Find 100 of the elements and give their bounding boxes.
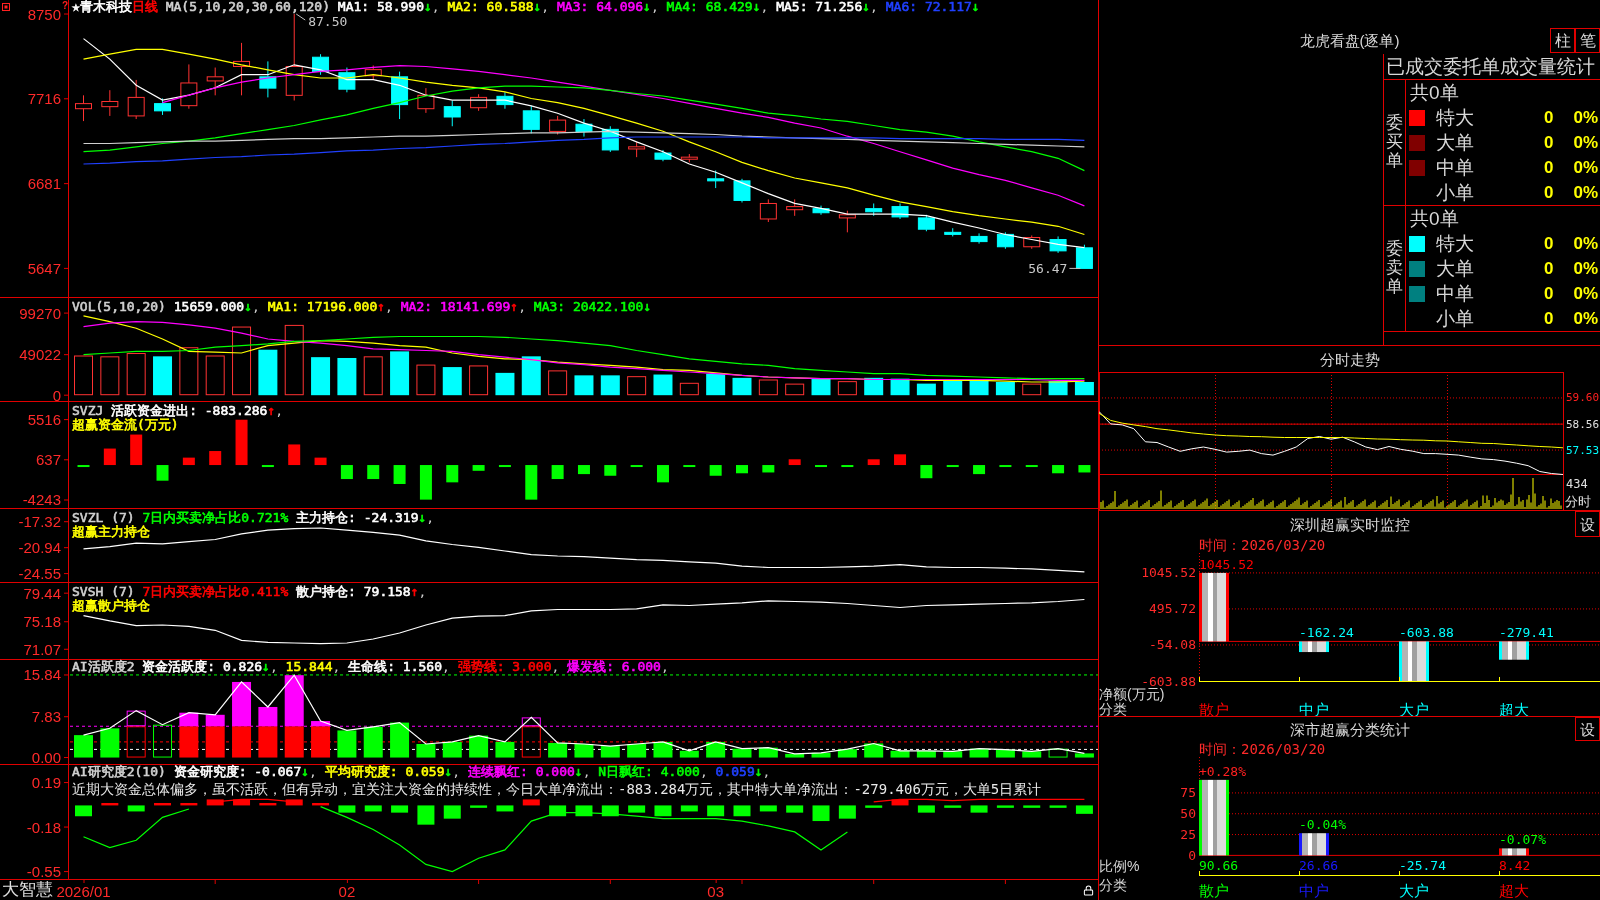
order-percent: 0% (1573, 257, 1598, 280)
candlestick (391, 71, 409, 120)
view-toggle-button[interactable]: 笔 (1575, 28, 1600, 53)
candlestick (496, 91, 514, 110)
order-percent: 0% (1573, 106, 1598, 129)
research-bar (443, 805, 461, 819)
axis-label: 7716 (27, 90, 61, 108)
axis-title: 比例% (1099, 858, 1140, 874)
volume-bar (837, 381, 857, 396)
value-label: 26.66 (1299, 857, 1339, 873)
volume-bar (653, 374, 673, 396)
activity-bar (627, 744, 647, 758)
panel-title: 分时走势 (1319, 350, 1380, 368)
volume-bar (732, 377, 752, 396)
axis-label: 15.84 (23, 666, 61, 684)
research-bar (628, 805, 646, 813)
candlestick (812, 205, 830, 216)
candlestick (127, 79, 145, 120)
volume-bar (442, 367, 462, 396)
activity-bar (732, 748, 752, 758)
view-toggle-button[interactable]: 柱 (1550, 28, 1575, 53)
candlestick (233, 42, 251, 96)
order-percent: 0% (1573, 282, 1598, 305)
axis-label: 6681 (27, 175, 61, 193)
candlestick (75, 94, 92, 122)
activity-bar (363, 726, 383, 758)
ratio-bar (1299, 833, 1329, 856)
change-label: -0.07% (1499, 832, 1546, 848)
settings-button[interactable]: 设 (1575, 717, 1600, 741)
research-bar (154, 803, 171, 806)
net-flow-bar (1399, 641, 1429, 681)
research-bar (865, 805, 883, 808)
order-percent: 0% (1573, 232, 1598, 255)
activity-bar (337, 730, 357, 758)
settings-button[interactable]: 设 (1575, 511, 1600, 537)
axis-label: 79.44 (23, 584, 61, 602)
activity-bar (916, 750, 936, 758)
category-label: 超大 (1499, 700, 1529, 716)
indicator-legend: 超赢散户持仓 (72, 599, 150, 613)
axis-title: 分类 (1099, 877, 1127, 893)
value-label: -162.24 (1299, 625, 1354, 641)
activity-bar (153, 724, 172, 758)
volume-bar (337, 358, 357, 396)
fund-flow-bar (604, 465, 617, 476)
change-label: -0.04% (1299, 817, 1346, 833)
research-bar (786, 805, 804, 813)
order-count: 0 (1543, 232, 1554, 255)
value-label: 8.42 (1499, 857, 1531, 873)
fund-flow-bar (920, 465, 933, 479)
indicator-legend: 超赢主力持仓 (72, 525, 150, 539)
candlestick (101, 89, 119, 117)
volume-bar (521, 356, 541, 396)
candlestick (417, 87, 435, 114)
research-bar (285, 799, 303, 806)
indicator-legend: AI研究度2(10) 资金研究度: -0.067↓, 平均研究度: 0.059↓, 连续飘红: 0.000↓, N日飘红: 4.000, 0.059↓, (72, 765, 771, 779)
volume-bar (126, 353, 146, 396)
fund-flow-bar (973, 465, 986, 475)
research-bar (391, 805, 409, 813)
activity-bar (390, 722, 410, 758)
activity-bar (995, 749, 1015, 758)
research-bar (338, 805, 356, 813)
indicator-legend: 超赢资金流(万元) (72, 418, 179, 432)
volume-bar (785, 383, 805, 396)
help-mark: ? (62, 0, 69, 11)
activity-bar (600, 746, 620, 758)
row-label: 特大 (1436, 106, 1474, 129)
activity-bar (1022, 751, 1042, 758)
candlestick (654, 149, 672, 162)
axis-label: 8750 (27, 5, 61, 23)
panel-title: 龙虎看盘(逐单) (1299, 32, 1400, 51)
axis-label: -20.94 (18, 539, 61, 557)
category-label: 中户 (1299, 881, 1329, 899)
research-bar (180, 803, 198, 806)
price-label: 56.47 (1028, 260, 1068, 276)
axis-label: 71.07 (23, 640, 61, 658)
fund-flow-bar (419, 465, 432, 500)
order-percent: 0% (1573, 307, 1598, 330)
candlestick (1023, 234, 1041, 250)
candlestick (206, 67, 224, 96)
candlestick (522, 105, 540, 134)
research-bar (759, 805, 777, 812)
indicator-legend: SVZL (7) 7日内买卖净占比0.721% 主力持仓: -24.319↓, (72, 511, 435, 525)
activity-bar (811, 752, 831, 758)
candlestick (944, 227, 962, 237)
axis-label: -0.18 (26, 818, 61, 836)
activity-bar (495, 741, 515, 758)
fund-flow-bar (709, 465, 722, 476)
fund-flow-bar (788, 459, 801, 466)
fund-flow-bar (130, 434, 143, 466)
candlestick (970, 232, 988, 245)
fund-flow-bar (235, 419, 248, 466)
volume-bar (574, 375, 594, 396)
candlestick (680, 153, 698, 163)
table-title: 已成交委托单成交量统计 (1386, 55, 1595, 78)
order-total: 共0单 (1410, 207, 1459, 230)
fund-flow-bar (815, 465, 827, 468)
activity-bar (679, 750, 699, 758)
activity-bar (574, 744, 594, 758)
candlestick (733, 178, 751, 203)
fund-flow-bar (314, 457, 327, 466)
